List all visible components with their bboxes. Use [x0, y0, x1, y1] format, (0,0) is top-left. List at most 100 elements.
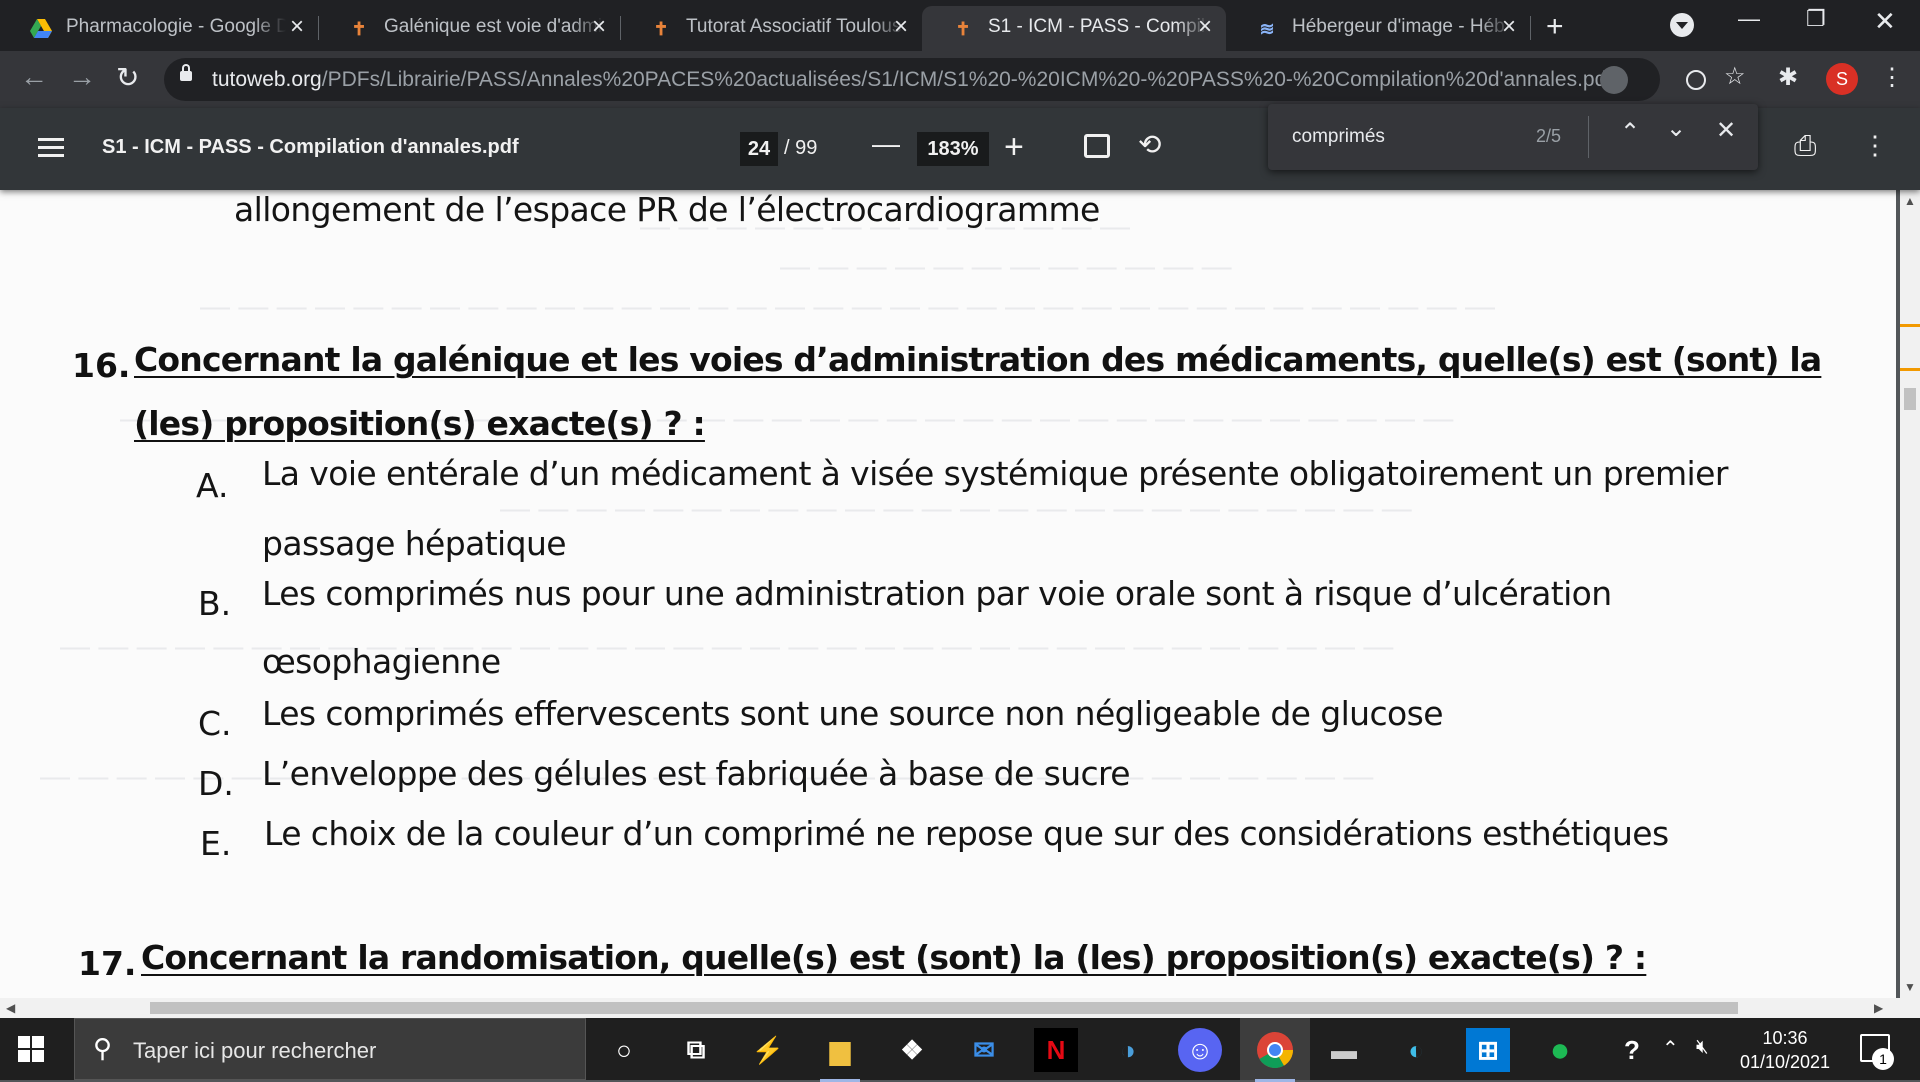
find-input[interactable] [1292, 124, 1522, 150]
minimize-icon[interactable]: — [1738, 6, 1760, 32]
restore-icon[interactable]: ❐ [1806, 6, 1826, 32]
find-separator [1588, 116, 1589, 158]
tab-title: Galénique est voie d'admi [384, 16, 603, 37]
tab-s1-icm-pass[interactable]: ✝ S1 - ICM - PASS - Compila × [922, 6, 1226, 51]
extensions-icon[interactable]: ✱ [1778, 63, 1798, 92]
vertical-scrollbar[interactable]: ▲ ▼ [1900, 190, 1920, 998]
tab-close-icon[interactable]: × [290, 15, 304, 39]
find-bar: 2/5 ⌃ ⌄ ✕ [1268, 104, 1758, 170]
pdf-search-icon[interactable] [1600, 66, 1628, 94]
scroll-left-icon[interactable]: ◀ [6, 1001, 15, 1015]
help-icon[interactable]: ? [1610, 1028, 1654, 1072]
app-icon[interactable]: ⚡ [746, 1028, 790, 1072]
tab-title: Hébergeur d'image - Héb [1292, 16, 1505, 37]
pdf-more-icon[interactable]: ⋮ [1862, 130, 1888, 161]
tab-close-icon[interactable]: × [592, 15, 606, 39]
vertical-scroll-thumb[interactable] [1904, 388, 1916, 410]
address-bar[interactable]: tutoweb.org/PDFs/Librairie/PASS/Annales%… [164, 58, 1746, 101]
question-16-title-line1: Concernant la galénique et les voies d’a… [134, 340, 1822, 379]
spotify-icon[interactable]: ● [1538, 1028, 1582, 1072]
cortana-icon[interactable]: ○ [602, 1028, 646, 1072]
windows-start-icon[interactable] [18, 1036, 44, 1062]
rotate-icon[interactable]: ⟲ [1138, 128, 1161, 161]
tab-hebergeur[interactable]: ≋ Hébergeur d'image - Héb × [1226, 6, 1530, 51]
option-b-letter: B. [198, 584, 232, 623]
option-e-text: Le choix de la couleur d’un comprimé ne … [264, 814, 1669, 853]
find-close-icon[interactable]: ✕ [1716, 116, 1736, 145]
clock-time: 10:36 [1762, 1028, 1808, 1048]
browser-toolbar: ← → ↻ tutoweb.org/PDFs/Librairie/PASS/An… [0, 51, 1920, 108]
discord-icon[interactable]: ☺ [1178, 1028, 1222, 1072]
zoom-icon[interactable] [1686, 70, 1706, 90]
find-next-icon[interactable]: ⌄ [1666, 114, 1686, 143]
pdf-page: — — — — — — — — — — — — — — — — — — — — … [0, 190, 1896, 998]
option-d-letter: D. [198, 764, 234, 803]
reload-icon[interactable]: ↻ [116, 61, 139, 94]
bleed-through: — — — — — — — — — — — — — — — — — — — — … [200, 290, 1496, 323]
close-window-icon[interactable]: ✕ [1874, 6, 1896, 37]
taskbar-search-box[interactable]: ⚲ Taper ici pour rechercher [74, 1018, 586, 1080]
horizontal-scroll-thumb[interactable] [150, 1002, 1738, 1014]
tutorat-cross-icon: ✝ [653, 18, 669, 39]
system-clock[interactable]: 10:36 01/10/2021 [1730, 1026, 1840, 1074]
option-e-letter: E. [200, 824, 232, 863]
back-icon[interactable]: ← [20, 61, 48, 93]
menu-kebab-icon[interactable]: ⋮ [1880, 63, 1904, 92]
tab-close-icon[interactable]: × [1198, 15, 1212, 39]
app-icon[interactable]: ▬ [1322, 1028, 1366, 1072]
zoom-level[interactable]: 183% [917, 132, 989, 166]
find-match-marker [1900, 324, 1920, 327]
horizontal-scrollbar[interactable]: ◀ ▶ [0, 998, 1920, 1018]
page-total: / 99 [784, 137, 818, 159]
tab-title: Pharmacologie - Google D [66, 16, 286, 37]
google-drive-icon [30, 18, 52, 40]
url-text: tutoweb.org/PDFs/Librairie/PASS/Annales%… [212, 68, 1613, 91]
bleed-through: — — — — — — — — — — — — — — — — — — — — … [60, 630, 1394, 663]
store-icon[interactable]: ⊞ [1466, 1028, 1510, 1072]
page-number-input[interactable]: 24 [740, 132, 778, 166]
tab-separator [1530, 16, 1531, 40]
search-icon: ⚲ [93, 1033, 113, 1063]
mail-icon[interactable]: ✉ [962, 1028, 1006, 1072]
tab-search-icon[interactable] [1670, 13, 1694, 37]
tab-close-icon[interactable]: × [894, 15, 908, 39]
question-17-number: 17. [78, 944, 137, 983]
tray-chevron-icon[interactable]: ⌃ [1662, 1036, 1679, 1061]
find-match-count: 2/5 [1536, 126, 1562, 146]
zoom-in-icon[interactable]: + [1004, 128, 1024, 167]
app-icon[interactable]: ◑ [1106, 1028, 1150, 1072]
scroll-up-icon[interactable]: ▲ [1904, 194, 1916, 208]
find-previous-icon[interactable]: ⌃ [1620, 118, 1640, 147]
tab-tutorat[interactable]: ✝ Tutorat Associatif Toulous × [620, 6, 922, 51]
forward-icon[interactable]: → [68, 61, 96, 93]
chrome-icon[interactable] [1253, 1028, 1297, 1082]
option-b-text: Les comprimés nus pour une administratio… [262, 574, 1612, 613]
scroll-down-icon[interactable]: ▼ [1904, 980, 1916, 994]
scroll-right-icon[interactable]: ▶ [1874, 1001, 1883, 1015]
fit-page-icon[interactable] [1084, 134, 1110, 158]
question-17-title: Concernant la randomisation, quelle(s) e… [141, 938, 1647, 977]
edge-icon[interactable]: ◐ [1394, 1028, 1438, 1072]
sidebar-menu-icon[interactable] [38, 138, 64, 158]
tutorat-cross-icon: ✝ [955, 18, 971, 39]
dropbox-icon[interactable]: ❖ [890, 1028, 934, 1072]
previous-question-line: allongement de l’espace PR de l’électroc… [234, 190, 1100, 229]
file-explorer-icon[interactable]: ▆ [818, 1028, 862, 1082]
profile-avatar[interactable]: S [1826, 63, 1858, 95]
lock-icon [180, 64, 192, 81]
volume-muted-icon[interactable]: 🔇︎ [1696, 1036, 1709, 1059]
tab-galenique[interactable]: ✝ Galénique est voie d'admi × [318, 6, 620, 51]
tab-pharmacologie[interactable]: Pharmacologie - Google D × [0, 6, 318, 51]
bleed-through: — — — — — — — — — — — — [780, 250, 1232, 283]
bleed-through: — — — — — — — — — — — — — — — — — — — — … [500, 492, 1412, 525]
print-icon[interactable]: ⎙ [1794, 130, 1816, 163]
task-view-icon[interactable]: ⧉ [674, 1028, 718, 1072]
zoom-out-icon[interactable]: — [872, 128, 900, 160]
new-tab-icon[interactable]: + [1546, 10, 1564, 44]
image-host-icon: ≋ [1259, 18, 1275, 39]
tab-close-icon[interactable]: × [1502, 15, 1516, 39]
pdf-viewport[interactable]: — — — — — — — — — — — — — — — — — — — — … [0, 190, 1900, 998]
netflix-icon[interactable]: N [1034, 1028, 1078, 1072]
bookmark-star-icon[interactable]: ☆ [1724, 62, 1746, 91]
pdf-title: S1 - ICM - PASS - Compilation d'annales.… [102, 136, 519, 158]
